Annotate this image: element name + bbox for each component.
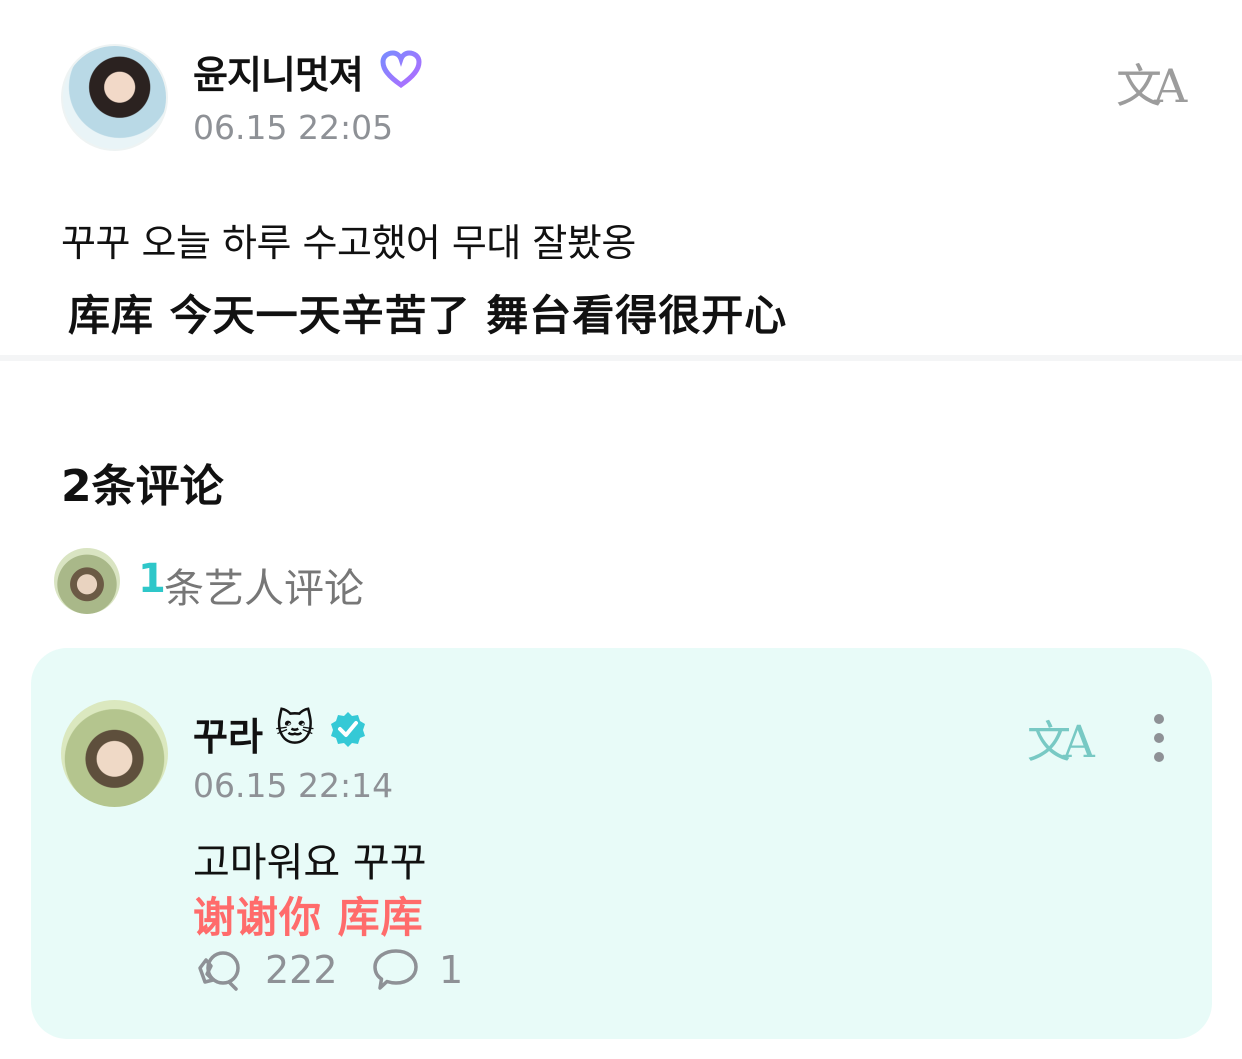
section-divider (0, 355, 1242, 361)
artist-comment-card: 꾸라 🐱 06.15 22:14 文A 고마워요 꾸꾸 谢谢你 库库 222 1 (31, 648, 1212, 1039)
artist-avatar (54, 548, 120, 614)
artist-comment-label: 条艺人评论 (164, 566, 364, 612)
post: 윤지니멋져 06.15 22:05 文A 꾸꾸 오늘 하루 수고했어 무대 잘봤… (0, 0, 1242, 355)
reply-icon[interactable] (371, 946, 421, 992)
cat-emoji: 🐱 (275, 706, 315, 750)
comment-author-name[interactable]: 꾸라 (193, 706, 263, 761)
comment-author-avatar[interactable] (61, 700, 168, 807)
author-avatar[interactable] (61, 44, 168, 151)
comments-count-heading: 2条评论 (61, 461, 224, 512)
like-count: 222 (265, 948, 338, 992)
post-text: 꾸꾸 오늘 하루 수고했어 무대 잘봤옹 (61, 221, 636, 265)
translate-icon[interactable]: 文A (1027, 706, 1095, 770)
comment-text: 고마워요 꾸꾸 (193, 840, 427, 886)
post-timestamp: 06.15 22:05 (193, 108, 394, 147)
reply-count: 1 (439, 948, 464, 992)
more-options-icon[interactable] (1149, 714, 1169, 764)
verified-badge-icon (331, 712, 365, 747)
artist-comment-count: 1 (138, 556, 166, 602)
post-translated-text: 库库 今天一天辛苦了 舞台看得很开心 (68, 291, 788, 340)
like-icon[interactable] (193, 946, 245, 992)
author-name[interactable]: 윤지니멋져 (193, 44, 364, 99)
fan-heart-badge-icon (380, 50, 422, 88)
comment-translated-text: 谢谢你 库库 (193, 893, 424, 942)
translate-icon[interactable]: 文A (1116, 50, 1187, 116)
comment-timestamp: 06.15 22:14 (193, 766, 394, 805)
